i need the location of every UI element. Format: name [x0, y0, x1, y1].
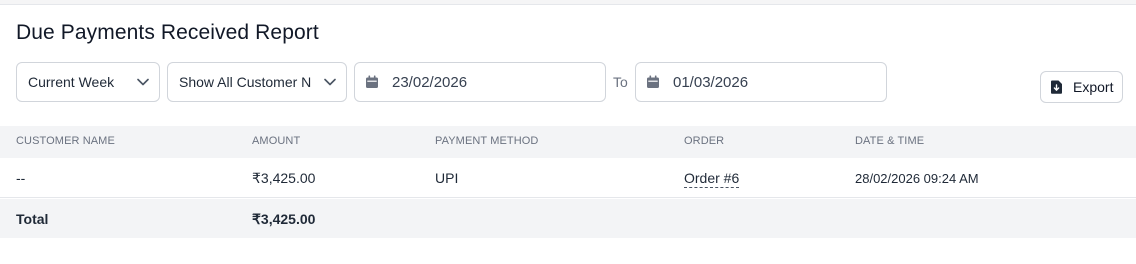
end-date-value: 01/03/2026 — [673, 73, 749, 91]
date-range-to-label: To — [613, 74, 628, 90]
customer-select[interactable]: Show All Customer N — [167, 62, 347, 102]
start-date-field[interactable]: 23/02/2026 — [354, 62, 606, 102]
cell-customer-name: -- — [16, 170, 26, 186]
report-card: Due Payments Received Report Current Wee… — [0, 4, 1136, 264]
chevron-down-icon — [127, 78, 159, 86]
order-link[interactable]: Order #6 — [684, 170, 740, 188]
customer-select-value: Show All Customer N — [179, 74, 312, 90]
column-header-order: ORDER — [684, 135, 725, 147]
total-label: Total — [16, 211, 49, 227]
column-header-amount: AMOUNT — [252, 135, 301, 147]
start-date-value: 23/02/2026 — [392, 73, 468, 91]
total-amount: ₹3,425.00 — [252, 211, 316, 227]
period-select-value: Current Week — [28, 74, 115, 90]
column-header-payment-method: PAYMENT METHOD — [435, 135, 539, 147]
file-export-icon — [1050, 80, 1064, 94]
total-row: Total ₹3,425.00 — [0, 199, 1136, 238]
table-header: CUSTOMER NAME AMOUNT PAYMENT METHOD ORDE… — [0, 126, 1136, 158]
calendar-icon — [365, 74, 381, 90]
export-button-label: Export — [1073, 79, 1114, 95]
chevron-down-icon — [314, 78, 346, 86]
table-row: -- ₹3,425.00 UPI Order #6 28/02/2026 09:… — [0, 158, 1136, 198]
export-button[interactable]: Export — [1040, 71, 1123, 103]
cell-date-time: 28/02/2026 09:24 AM — [855, 171, 979, 186]
page-title: Due Payments Received Report — [16, 21, 319, 44]
column-header-customer: CUSTOMER NAME — [16, 135, 115, 147]
period-select[interactable]: Current Week — [16, 62, 160, 102]
column-header-date-time: DATE & TIME — [855, 135, 925, 147]
cell-amount: ₹3,425.00 — [252, 170, 316, 186]
end-date-field[interactable]: 01/03/2026 — [635, 62, 887, 102]
cell-payment-method: UPI — [435, 170, 459, 186]
calendar-icon — [646, 74, 662, 90]
